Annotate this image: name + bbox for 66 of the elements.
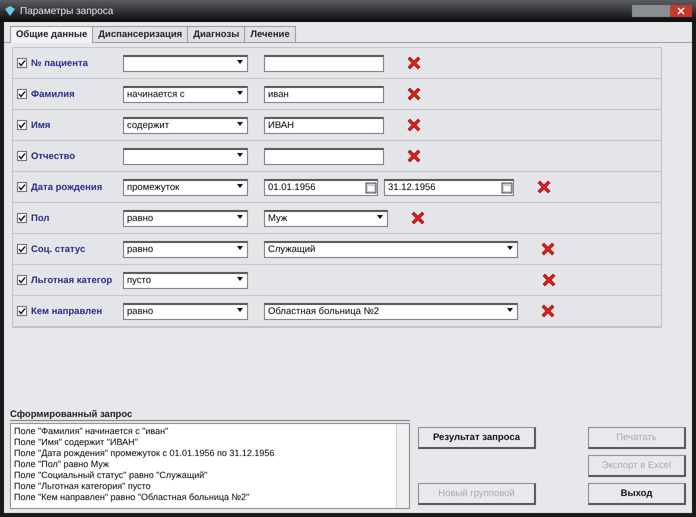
operator-combo-box[interactable]: промежуток [123, 178, 248, 196]
date-field[interactable]: 01.01.1956 [264, 178, 378, 196]
text-field[interactable] [264, 148, 384, 164]
checkbox[interactable] [17, 306, 27, 316]
app-icon [4, 5, 16, 17]
query-line: Поле "Социальный статус" равно "Служащий" [14, 470, 208, 481]
operator-combo-box[interactable]: равно [123, 240, 248, 258]
checkbox[interactable] [17, 120, 27, 130]
delete-icon[interactable] [406, 148, 422, 164]
tab[interactable]: Диспансеризация [92, 26, 188, 42]
operator-combo-box[interactable] [123, 148, 248, 164]
checkbox[interactable] [17, 58, 27, 68]
delete-icon[interactable] [410, 210, 426, 226]
field-label: Соц. статус [31, 244, 86, 254]
checkbox[interactable] [17, 182, 27, 192]
checkbox[interactable] [17, 244, 27, 254]
date-field[interactable]: 31.12.1956 [384, 178, 514, 196]
checkbox[interactable] [17, 213, 27, 223]
group-title: Сформированный запрос [10, 409, 410, 421]
field-label: Фамилия [31, 88, 76, 100]
field-label: Отчество [31, 150, 76, 162]
delete-icon[interactable] [406, 86, 422, 102]
calendar-icon[interactable] [501, 181, 513, 194]
button[interactable]: Выход [588, 483, 686, 505]
operator-combo-box[interactable]: начинается с [123, 86, 248, 102]
query-line: Поле "Фамилия" начинается с "иван" [14, 426, 170, 437]
query-line: Поле "Имя" содержит "ИВАН" [14, 437, 139, 448]
field-label: Имя [31, 120, 52, 130]
field-label: Дата рождения [31, 182, 104, 192]
delete-icon[interactable] [540, 241, 556, 257]
scrollbar[interactable] [396, 424, 409, 508]
checkbox[interactable] [17, 275, 27, 285]
delete-icon[interactable] [536, 179, 552, 195]
combo-box[interactable]: Служащий [264, 240, 518, 258]
text-field[interactable] [264, 54, 384, 72]
query-line: Поле "Кем направлен" равно "Областная больница №2" [14, 492, 250, 503]
field-label: Пол [31, 212, 50, 224]
window-title: Параметры запроса [20, 6, 114, 16]
query-line: Поле "Дата рождения" промежуток с 01.01.1956 по 31.12.1956 [14, 448, 276, 459]
delete-icon[interactable] [406, 55, 422, 71]
calendar-icon[interactable] [365, 181, 377, 194]
operator-combo-box[interactable]: пусто [123, 272, 248, 288]
query-text-box[interactable] [10, 423, 410, 509]
checkbox[interactable] [17, 151, 27, 161]
combo-box[interactable]: Муж [264, 210, 388, 226]
query-line: Поле "Льготная категория" пусто [14, 481, 152, 492]
combo-box[interactable]: Областная больница №2 [264, 302, 518, 320]
operator-combo-box[interactable] [123, 54, 248, 72]
operator-combo-box[interactable]: содержит [123, 116, 248, 134]
tab[interactable]: Общие данные [10, 26, 94, 43]
operator-combo-box[interactable]: равно [123, 302, 248, 320]
tab[interactable]: Лечение [244, 26, 296, 42]
delete-icon[interactable] [541, 272, 557, 288]
delete-icon[interactable] [540, 303, 556, 319]
text-field[interactable]: иван [264, 86, 384, 102]
field-label: Льготная категор [31, 274, 114, 286]
delete-icon[interactable] [406, 117, 422, 133]
query-line: Поле "Пол" равно Муж [14, 459, 110, 470]
tab[interactable]: Диагнозы [187, 26, 246, 42]
button[interactable]: Результат запроса [418, 427, 536, 449]
field-label: Кем направлен [31, 306, 104, 316]
checkbox[interactable] [17, 89, 27, 99]
operator-combo-box[interactable]: равно [123, 210, 248, 226]
text-field[interactable]: ИВАН [264, 116, 384, 134]
field-label: № пациента [31, 58, 89, 68]
window-controls-icon[interactable] [632, 4, 692, 18]
